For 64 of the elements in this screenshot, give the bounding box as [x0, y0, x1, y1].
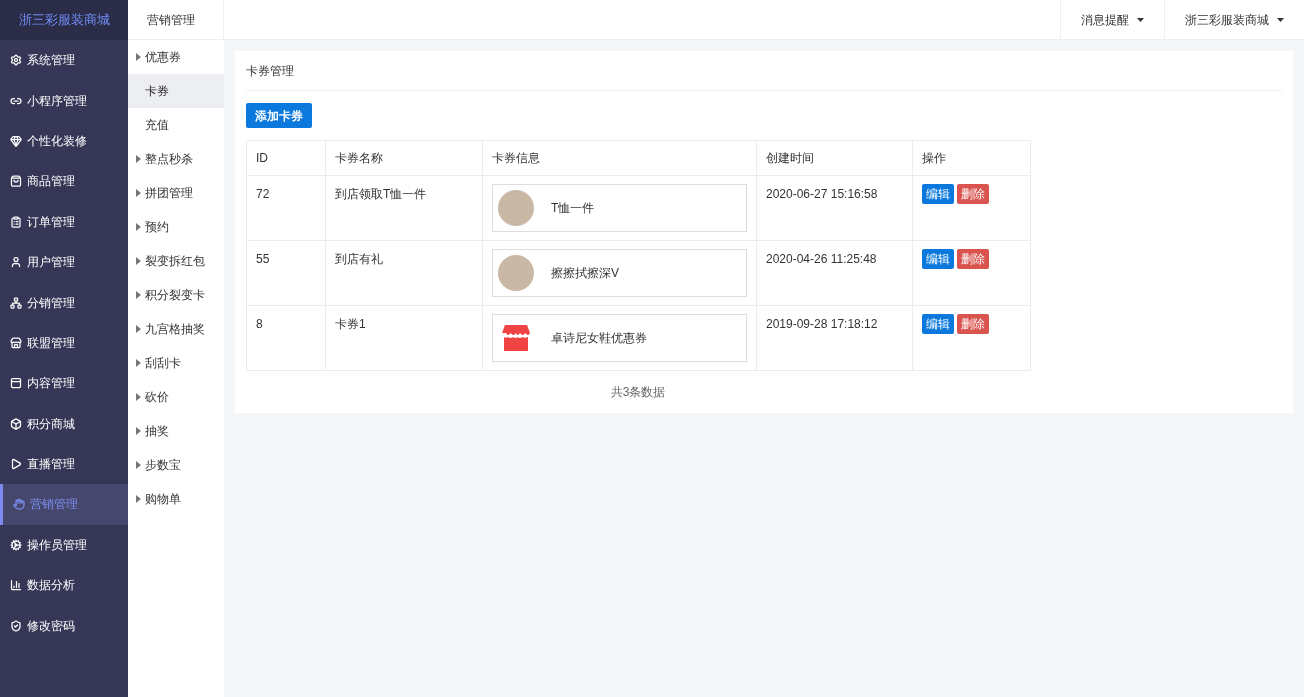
photo-placeholder	[498, 255, 534, 291]
bag-icon	[10, 175, 22, 188]
caret-icon	[1277, 17, 1284, 22]
delete-button[interactable]: 删除	[957, 314, 989, 334]
sidebar-item[interactable]: 商品管理	[0, 161, 128, 202]
sidebar-item[interactable]: 修改密码	[0, 605, 128, 646]
user-icon	[10, 256, 22, 269]
sidebar-item[interactable]: 操作员管理	[0, 524, 128, 566]
submenu-title: 营销管理	[128, 0, 224, 39]
box-icon	[10, 417, 22, 430]
sidebar-item[interactable]: 直播管理	[0, 443, 128, 485]
column-header: 创建时间	[756, 140, 913, 176]
column-header: ID	[246, 140, 326, 176]
sidebar-item[interactable]: 订单管理	[0, 201, 128, 242]
sidebar-item[interactable]: 用户管理	[0, 241, 128, 283]
table-cell: 55	[246, 240, 326, 306]
table-cell: 2020-04-26 11:25:48	[756, 240, 913, 306]
table-cell: 卡券1	[325, 305, 483, 371]
submenu-item[interactable]: 卡券	[128, 74, 224, 108]
table-cell: 到店领取T恤一件	[325, 175, 483, 241]
header-dropdown[interactable]: 消息提醒	[1060, 0, 1164, 39]
delete-button[interactable]: 删除	[957, 249, 989, 269]
bar-chart-icon	[10, 579, 22, 592]
edit-button[interactable]: 编辑	[922, 249, 954, 269]
store-icon	[10, 336, 22, 349]
table-cell: 2020-06-27 15:16:58	[756, 175, 913, 241]
play-icon	[10, 458, 22, 471]
add-card-button[interactable]: 添加卡券	[246, 103, 312, 128]
table-cell: 8	[246, 305, 326, 371]
gear-icon	[10, 54, 22, 67]
hand-icon	[13, 498, 25, 511]
brand-title[interactable]: 浙三彩服装商城	[0, 0, 128, 40]
sidebar-item[interactable]: 数据分析	[0, 565, 128, 606]
column-header: 操作	[912, 140, 1031, 176]
shop-icon	[502, 325, 530, 351]
sidebar-item[interactable]: 分销管理	[0, 282, 128, 323]
clipboard-icon	[10, 215, 22, 228]
cog-icon	[10, 538, 22, 551]
sidebar-item[interactable]: 内容管理	[0, 363, 128, 404]
card-info-text: 擦擦拭擦深V	[551, 265, 619, 282]
edit-button[interactable]: 编辑	[922, 184, 954, 204]
record-count: 共3条数据	[610, 384, 666, 401]
sidebar-item[interactable]: 个性化装修	[0, 120, 128, 162]
panel-icon	[10, 377, 22, 390]
sidebar-item[interactable]: 联盟管理	[0, 322, 128, 364]
column-header: 卡券名称	[325, 140, 483, 176]
table-cell: 72	[246, 175, 326, 241]
network-icon	[10, 296, 22, 309]
column-header: 卡券信息	[482, 140, 757, 176]
sidebar-item[interactable]: 系统管理	[0, 40, 128, 81]
gem-icon	[10, 134, 22, 147]
delete-button[interactable]: 删除	[957, 184, 989, 204]
card-info-text: T恤一件	[551, 200, 595, 217]
sidebar-item[interactable]: 积分商城	[0, 403, 128, 444]
card-info-text: 卓诗尼女鞋优惠券	[551, 330, 647, 347]
header-dropdown[interactable]: 浙三彩服装商城	[1164, 0, 1304, 39]
caret-icon	[1137, 17, 1144, 22]
table-cell: 2019-09-28 17:18:12	[756, 305, 913, 371]
table-cell: 到店有礼	[325, 240, 483, 306]
sidebar-item[interactable]: 小程序管理	[0, 80, 128, 121]
panel-title: 卡券管理	[246, 51, 1282, 91]
shield-icon	[10, 619, 22, 632]
edit-button[interactable]: 编辑	[922, 314, 954, 334]
photo-placeholder	[498, 190, 534, 226]
